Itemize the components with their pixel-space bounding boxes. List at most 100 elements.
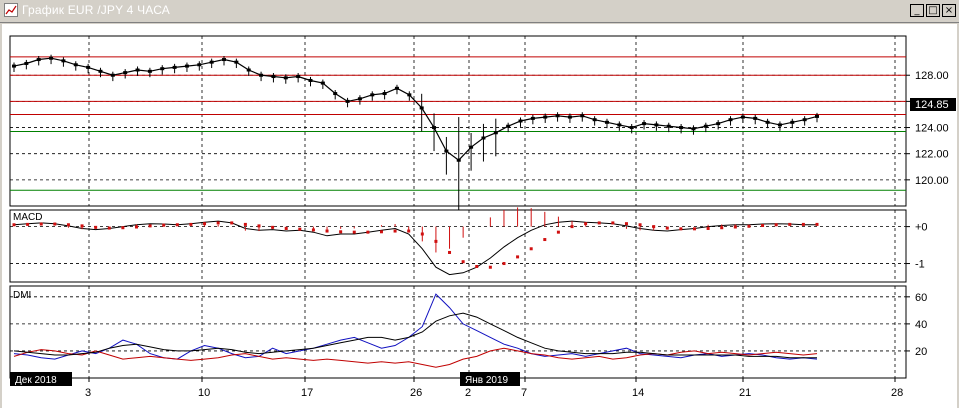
current-price-label: 124.85 <box>915 99 949 111</box>
price-candle-body <box>765 120 770 124</box>
chart-canvas[interactable]: 128.00126.00124.00122.00120.00 124.85 MA… <box>2 24 957 408</box>
macd-signal-point <box>121 226 125 230</box>
price-candle-body <box>716 122 721 126</box>
dmi-y-tick-label: 20 <box>915 346 927 358</box>
price-candle-body <box>160 67 165 71</box>
macd-signal-point <box>597 221 601 225</box>
month-label-dec: Дек 2018 <box>15 375 57 386</box>
price-candle-body <box>469 145 474 149</box>
macd-signal-point <box>311 228 315 232</box>
macd-signal-point <box>243 222 247 226</box>
price-candle-body <box>110 73 115 77</box>
price-candle-body <box>197 63 202 67</box>
macd-signal-point <box>706 226 710 230</box>
macd-signal-point <box>529 247 533 251</box>
minimize-button[interactable]: _ <box>910 4 924 17</box>
dmi-label: DMI <box>13 290 31 301</box>
macd-signal-point <box>570 225 574 229</box>
macd-signal-point <box>475 264 479 268</box>
window-title: График EUR /JPY 4 ЧАСА <box>22 3 171 17</box>
price-candle-body <box>61 59 66 63</box>
x-tick-label: 3 <box>85 387 91 399</box>
macd-signal-point <box>189 222 193 226</box>
macd-signal-point <box>747 224 751 228</box>
macd-signal-point <box>94 225 98 229</box>
price-candle-body <box>184 64 189 68</box>
price-candle-body <box>567 115 572 119</box>
macd-signal-point <box>325 229 329 233</box>
macd-signal-point <box>175 223 179 227</box>
price-candle-body <box>394 86 399 90</box>
macd-signal-point <box>12 223 16 227</box>
price-candle-body <box>753 116 758 120</box>
price-candle-body <box>679 126 684 130</box>
price-candle-body <box>357 97 362 101</box>
x-tick-label: 26 <box>410 387 422 399</box>
price-candle-body <box>382 92 387 96</box>
macd-y-tick-label: -1 <box>915 259 925 271</box>
macd-signal-point <box>393 229 397 233</box>
macd-label: MACD <box>13 212 42 223</box>
price-candle-body <box>172 65 177 69</box>
macd-signal-point <box>461 260 465 264</box>
price-candle-body <box>432 126 437 130</box>
price-y-tick-label: 124.00 <box>915 123 949 135</box>
x-tick-label: 10 <box>198 387 210 399</box>
close-button[interactable]: × <box>942 4 956 17</box>
price-candle-body <box>790 120 795 124</box>
macd-signal-point <box>66 223 70 227</box>
maximize-icon: □ <box>928 5 938 16</box>
macd-signal-point <box>801 222 805 226</box>
macd-signal-point <box>788 222 792 226</box>
macd-signal-point <box>679 227 683 231</box>
price-candle-body <box>518 119 523 123</box>
price-candle-body <box>654 123 659 127</box>
price-y-tick-label: 122.00 <box>915 149 949 161</box>
macd-y-axis: +0 -1 <box>906 222 928 271</box>
maximize-button[interactable]: □ <box>926 4 940 17</box>
macd-signal-point <box>584 222 588 226</box>
price-candle-body <box>777 123 782 127</box>
macd-signal-point <box>26 222 30 226</box>
price-candle-body <box>740 115 745 119</box>
price-candle-body <box>629 126 634 130</box>
close-icon: × <box>944 5 954 16</box>
macd-signal-point <box>543 238 547 242</box>
chart-area[interactable]: 128.00126.00124.00122.00120.00 124.85 MA… <box>2 24 957 408</box>
macd-signal-point <box>434 239 438 243</box>
macd-signal-point <box>298 227 302 231</box>
price-candle-body <box>815 114 819 118</box>
price-candle-body <box>493 131 498 135</box>
macd-signal-point <box>80 224 84 228</box>
x-tick-label: 28 <box>891 387 903 399</box>
price-y-tick-label: 128.00 <box>915 70 949 82</box>
price-candle-body <box>308 78 313 82</box>
price-candle-body <box>36 58 41 62</box>
price-candle-body <box>481 136 486 140</box>
macd-signal-point <box>665 226 669 230</box>
macd-signal-point <box>107 226 111 230</box>
price-candle-body <box>506 124 511 128</box>
macd-signal-point <box>420 232 424 236</box>
price-candle-body <box>98 69 103 73</box>
price-candle-body <box>12 64 16 68</box>
macd-signal-point <box>339 230 343 234</box>
price-candle-body <box>543 115 548 119</box>
price-candle-body <box>320 81 325 85</box>
price-panel-frame <box>9 35 907 207</box>
macd-signal-point <box>257 224 261 228</box>
macd-signal-point <box>134 225 138 229</box>
chart-app-icon <box>4 3 18 17</box>
macd-signal-point <box>815 222 819 226</box>
macd-signal-point <box>448 250 452 254</box>
price-candle-body <box>703 124 708 128</box>
price-candle-body <box>123 71 128 75</box>
macd-signal-point <box>379 230 383 234</box>
price-candle-body <box>135 68 140 72</box>
macd-signal-point <box>733 225 737 229</box>
price-y-axis: 128.00126.00124.00122.00120.00 <box>906 70 949 187</box>
macd-signal-point <box>516 255 520 259</box>
price-candle-body <box>456 158 461 162</box>
x-tick-label: 2 <box>465 387 471 399</box>
price-candle-body <box>642 122 647 126</box>
